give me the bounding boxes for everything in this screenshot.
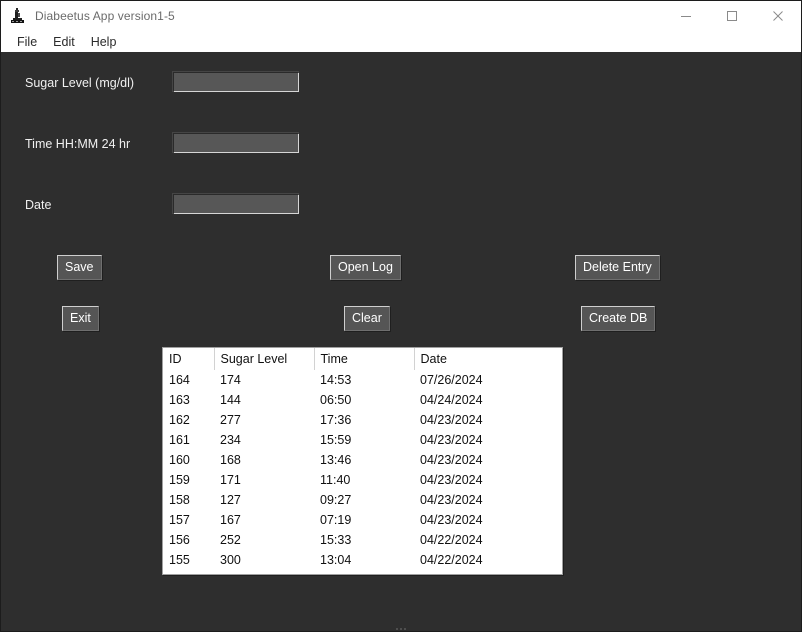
date-label: Date [25,198,52,212]
table-header-row: ID Sugar Level Time Date [163,348,562,370]
cell-sugar-level: 144 [220,393,241,407]
cell-sugar-level: 167 [220,513,241,527]
cell-time: 11:40 [320,473,351,487]
app-figure-icon [11,8,24,23]
cell-id: 164 [169,373,190,387]
column-header-sugar-level[interactable]: Sugar Level [214,348,315,370]
table-row[interactable]: 157 167 07:19 04/23/2024 [163,510,562,530]
sugar-level-label: Sugar Level (mg/dl) [25,76,135,90]
cell-sugar-level: 168 [220,453,241,467]
table-row[interactable]: 159 171 11:40 04/23/2024 [163,470,562,490]
window-title: Diabeetus App version1-5 [35,9,175,23]
create-db-button[interactable]: Create DB [581,306,656,331]
time-input[interactable] [173,133,298,152]
cell-date: 04/24/2024 [420,393,483,407]
cell-id: 158 [169,493,190,507]
menu-bar: File Edit Help [1,31,801,52]
column-header-time[interactable]: Time [314,348,415,370]
column-header-id[interactable]: ID [163,348,215,370]
title-bar: Diabeetus App version1-5 [1,1,801,31]
cell-sugar-level: 300 [220,553,241,567]
cell-date: 04/23/2024 [420,433,483,447]
cell-time: 13:46 [320,453,352,467]
cell-sugar-level: 252 [220,533,241,547]
maximize-icon [727,11,737,21]
date-input[interactable] [173,194,298,213]
table-row[interactable]: 163 144 06:50 04/24/2024 [163,390,562,410]
cell-date: 04/23/2024 [420,493,483,507]
cell-id: 157 [169,513,190,527]
app-window: Diabeetus App version1-5 File Edit Help … [0,0,802,632]
cell-sugar-level: 174 [220,373,241,387]
menu-item-edit[interactable]: Edit [45,33,83,51]
cell-time: 17:36 [320,413,352,427]
cell-date: 04/22/2024 [420,533,483,547]
close-icon [773,11,783,21]
clear-button[interactable]: Clear [344,306,390,331]
menu-item-help[interactable]: Help [83,33,125,51]
table-row[interactable]: 158 127 09:27 04/23/2024 [163,490,562,510]
cell-time: 15:33 [320,533,352,547]
table-body: 164 174 14:53 07/26/2024 163 144 06:50 04/24/20… [163,370,562,570]
table-row[interactable]: 161 234 15:59 04/23/2024 [163,430,562,450]
table-row[interactable]: 160 168 13:46 04/23/2024 [163,450,562,470]
column-header-date[interactable]: Date [414,348,562,370]
cell-date: 07/26/2024 [420,373,483,387]
cell-date: 04/23/2024 [420,413,483,427]
cell-id: 163 [169,393,190,407]
cell-id: 156 [169,533,190,547]
cell-date: 04/23/2024 [420,513,483,527]
cell-id: 162 [169,413,190,427]
cell-time: 14:53 [320,373,352,387]
time-label: Time HH:MM 24 hr [25,137,131,151]
client-area: Sugar Level (mg/dl) Time HH:MM 24 hr Dat… [1,52,801,632]
sugar-level-input[interactable] [173,72,298,91]
cell-sugar-level: 277 [220,413,241,427]
minimize-button[interactable] [663,1,709,31]
table-row[interactable]: 162 277 17:36 04/23/2024 [163,410,562,430]
cell-id: 155 [169,553,190,567]
cell-time: 06:50 [320,393,352,407]
cell-date: 04/23/2024 [420,473,483,487]
table-row[interactable]: 156 252 15:33 04/22/2024 [163,530,562,550]
resize-grip[interactable] [386,627,416,632]
cell-date: 04/22/2024 [420,553,483,567]
entries-table: ID Sugar Level Time Date 164 174 14:53 07/2… [163,348,562,570]
cell-id: 159 [169,473,190,487]
table-header: ID Sugar Level Time Date [163,348,562,370]
menu-item-file[interactable]: File [9,33,45,51]
cell-time: 13:04 [320,553,352,567]
save-button[interactable]: Save [57,255,102,280]
close-button[interactable] [755,1,801,31]
cell-time: 07:19 [320,513,352,527]
open-log-button[interactable]: Open Log [330,255,401,280]
minimize-icon [681,16,691,17]
cell-sugar-level: 127 [220,493,241,507]
cell-sugar-level: 234 [220,433,241,447]
table-row[interactable]: 164 174 14:53 07/26/2024 [163,370,562,390]
window-controls [663,1,801,31]
table-row[interactable]: 155 300 13:04 04/22/2024 [163,550,562,570]
maximize-button[interactable] [709,1,755,31]
cell-date: 04/23/2024 [420,453,483,467]
cell-time: 09:27 [320,493,352,507]
cell-id: 160 [169,453,190,467]
entries-table-container[interactable]: ID Sugar Level Time Date 164 174 14:53 07/2… [162,347,563,575]
cell-id: 161 [169,433,190,447]
cell-time: 15:59 [320,433,352,447]
cell-sugar-level: 171 [220,473,241,487]
exit-button[interactable]: Exit [62,306,99,331]
delete-entry-button[interactable]: Delete Entry [575,255,660,280]
